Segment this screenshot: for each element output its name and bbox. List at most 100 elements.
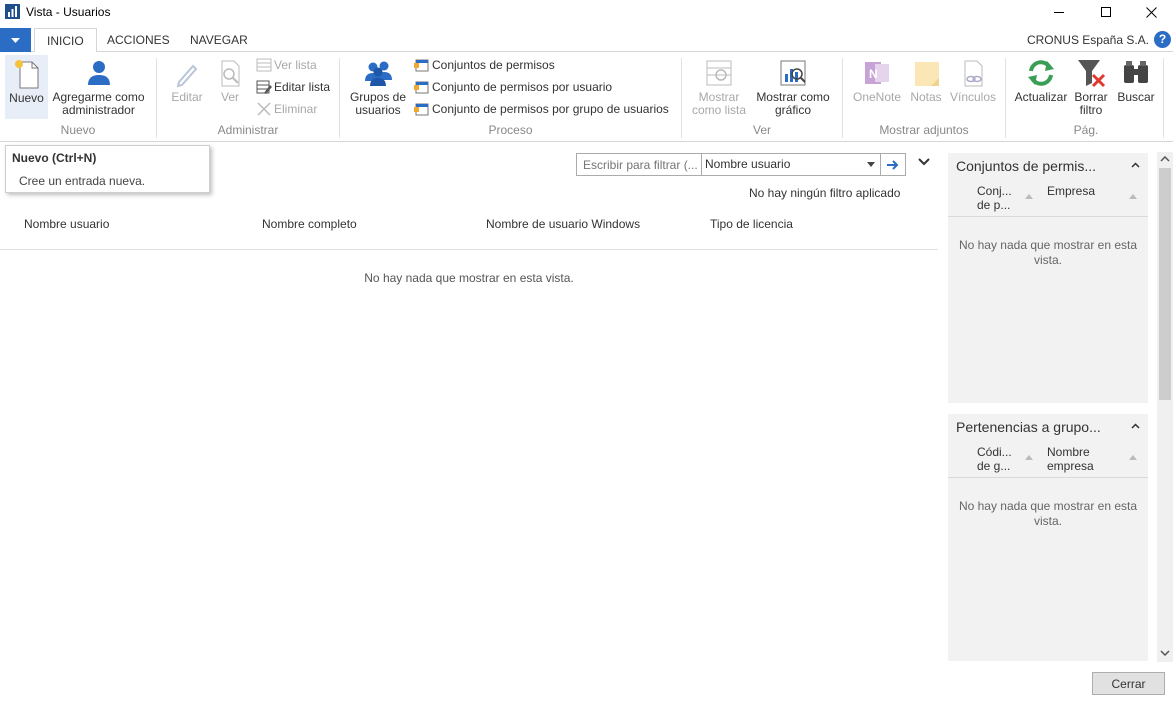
window: Vista - Usuarios INICIO ACCIONES NAVEGAR… [0,0,1173,701]
conjunto-permisos-usuario-button[interactable]: Conjunto de permisos por usuario [414,77,612,97]
scroll-thumb[interactable] [1159,168,1171,400]
permission-set-icon [414,59,429,72]
filter-field-select[interactable]: Nombre usuario [702,154,882,175]
factbox-scrollbar[interactable] [1157,152,1173,662]
grupos-usuarios-button[interactable]: Grupos de usuarios [347,57,409,121]
column-header-nombre-usuario[interactable]: Nombre usuario [24,217,109,231]
expand-filter-chevron-icon[interactable] [918,158,930,166]
cerrar-button[interactable]: Cerrar [1092,672,1165,695]
sort-icon [1129,194,1137,199]
application-menu-button[interactable] [0,28,31,52]
apply-filter-button[interactable] [881,154,905,175]
tab-inicio[interactable]: INICIO [34,28,97,53]
factbox-pertenencias-grupo: Pertenencias a grupo... Códi... de g... … [948,414,1148,661]
collapse-chevron-icon[interactable] [1131,162,1140,168]
tooltip-description: Cree un entrada nueva. [19,174,146,188]
conjuntos-permisos-button[interactable]: Conjuntos de permisos [414,55,555,75]
collapse-chevron-icon[interactable] [1131,423,1140,429]
factbox-column-header[interactable]: Conj... de p... [977,184,1012,212]
factbox-title[interactable]: Pertenencias a grupo... [956,419,1101,435]
ver-button[interactable]: Ver [213,57,247,121]
onenote-button[interactable]: N OneNote [850,57,904,121]
nuevo-tooltip: Nuevo (Ctrl+N) Cree un entrada nueva. [5,145,210,193]
minimize-icon [1053,11,1064,13]
close-window-button[interactable] [1128,0,1173,24]
factbox-empty-message: No hay nada que mostrar en esta vista. [958,499,1138,528]
filter-bar: Nombre usuario [576,153,906,176]
actualizar-button[interactable]: Actualizar [1013,57,1069,121]
column-header-usuario-windows[interactable]: Nombre de usuario Windows [486,217,640,231]
ribbon-tabs: INICIO ACCIONES NAVEGAR CRONUS España S.… [0,28,1173,53]
borrar-filtro-button[interactable]: Borrar filtro [1071,57,1111,121]
factbox-column-header[interactable]: Empresa [1047,184,1095,198]
link-icon [964,60,983,87]
window-title: Vista - Usuarios [26,5,111,19]
factbox-divider [948,477,1148,478]
header-divider [0,249,938,250]
refresh-icon [1028,60,1054,86]
binoculars-icon [1124,61,1148,83]
scroll-up-icon[interactable] [1160,156,1170,162]
ribbon: Nuevo Agregarme como administrador Nuevo… [0,52,1173,142]
group-label-proceso: Proceso [488,123,533,137]
group-label-adjuntos: Mostrar adjuntos [879,123,969,137]
tooltip-title: Nuevo (Ctrl+N) [12,151,97,165]
nuevo-button[interactable]: Nuevo [5,55,48,119]
group-label-nuevo: Nuevo [60,123,96,137]
mostrar-como-lista-button[interactable]: Mostrar como lista [688,57,750,121]
company-name[interactable]: CRONUS España S.A. [1027,33,1149,47]
factbox-conjuntos-permisos: Conjuntos de permis... Conj... de p... E… [948,153,1148,403]
caret-down-icon [867,162,876,167]
sort-icon [1129,455,1137,460]
clear-filter-icon [1078,60,1106,88]
ver-lista-button[interactable]: Ver lista [256,55,317,75]
editar-lista-button[interactable]: Editar lista [256,77,330,97]
editar-button[interactable]: Editar [168,57,206,121]
column-header-nombre-completo[interactable]: Nombre completo [262,217,357,231]
scroll-down-icon[interactable] [1160,650,1170,656]
app-logo-icon [5,4,20,19]
permission-set-icon [414,81,429,94]
factbox-column-header[interactable]: Nombre empresa [1047,445,1094,473]
help-icon[interactable]: ? [1154,31,1171,48]
sort-icon [1025,455,1033,460]
arrow-right-icon [887,159,899,170]
sort-icon [1025,194,1033,199]
svg-text:N: N [869,67,878,81]
conjunto-permisos-grupo-button[interactable]: Conjunto de permisos por grupo de usuari… [414,99,669,119]
group-label-administrar: Administrar [217,123,279,137]
vinculos-button[interactable]: Vínculos [948,57,998,121]
factbox-column-header[interactable]: Códi... de g... [977,445,1012,473]
close-icon [1145,6,1157,18]
user-icon [87,61,110,85]
factbox-divider [948,216,1148,217]
title-bar: Vista - Usuarios [0,0,1173,26]
notes-icon [915,62,939,86]
buscar-button[interactable]: Buscar [1115,57,1157,121]
tab-acciones[interactable]: ACCIONES [95,28,182,52]
permission-set-icon [414,103,429,116]
group-label-ver: Ver [752,123,771,137]
filter-status: No hay ningún filtro aplicado [749,186,901,200]
factbox-title[interactable]: Conjuntos de permis... [956,158,1096,174]
new-document-icon [14,60,38,89]
delete-icon [257,102,271,116]
filter-input[interactable] [577,154,702,175]
minimize-button[interactable] [1036,0,1082,24]
agregar-administrador-button[interactable]: Agregarme como administrador [51,57,146,121]
onenote-icon: N [865,62,889,84]
factbox-empty-message: No hay nada que mostrar en esta vista. [958,238,1138,267]
pencil-icon [176,64,198,88]
maximize-icon [1100,6,1111,17]
notas-button[interactable]: Notas [907,57,945,121]
chart-icon [780,60,806,86]
tab-navegar[interactable]: NAVEGAR [178,28,260,52]
show-as-list-icon [706,60,732,86]
mostrar-como-grafico-button[interactable]: Mostrar como gráfico [753,57,833,121]
maximize-button[interactable] [1083,0,1129,24]
eliminar-button[interactable]: Eliminar [256,99,317,119]
ribbon-separator [1163,58,1164,138]
column-header-tipo-licencia[interactable]: Tipo de licencia [710,217,793,231]
group-label-pag: Pág. [1073,123,1099,137]
user-group-icon [365,61,392,86]
